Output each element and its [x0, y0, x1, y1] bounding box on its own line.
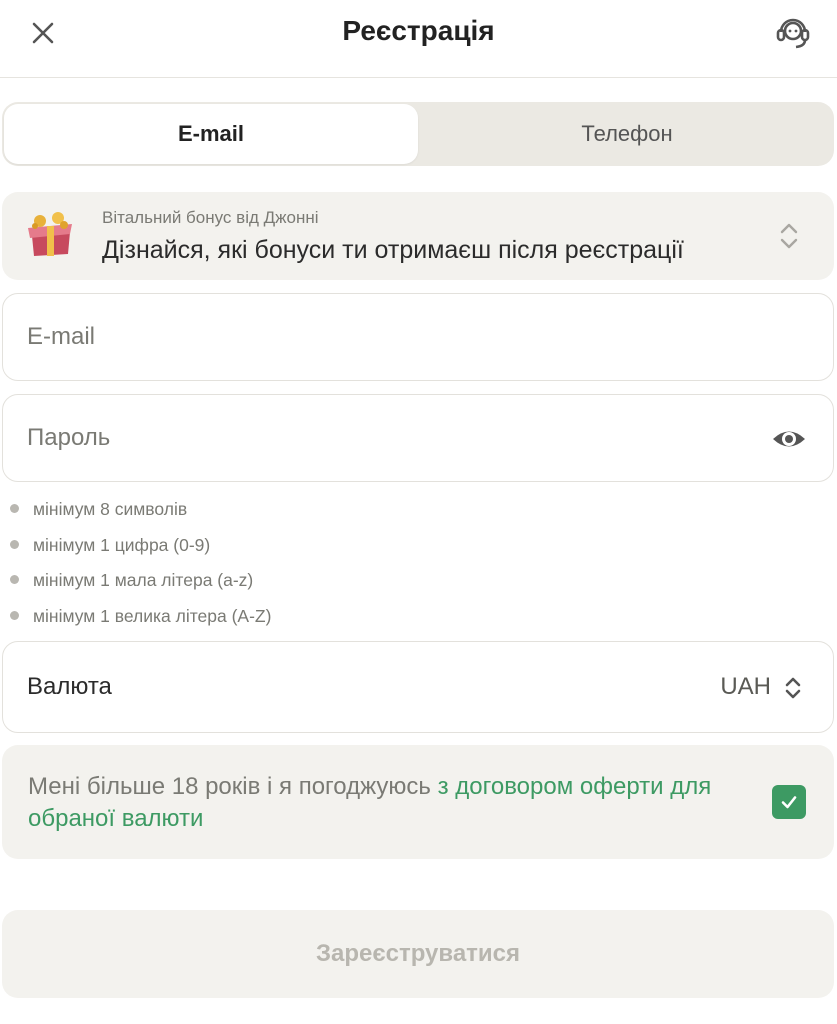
password-rule-text: мінімум 1 мала літера (a-z) — [33, 570, 254, 590]
eye-icon — [773, 431, 805, 447]
bullet-dot — [10, 504, 19, 513]
bonus-title: Дізнайся, які бонуси ти отримаєш після р… — [102, 236, 684, 264]
agreement-text: Мені більше 18 років і я погоджуюсь — [28, 773, 438, 800]
age-agreement: Мені більше 18 років і я погоджуюсь з до… — [2, 745, 834, 859]
email-input[interactable] — [27, 294, 747, 380]
currency-label: Валюта — [27, 673, 112, 700]
chevron-up-down-icon — [780, 223, 798, 249]
password-input[interactable] — [27, 395, 747, 481]
gift-box-icon — [28, 212, 72, 256]
bullet-dot — [10, 575, 19, 584]
agreement-checkbox[interactable] — [772, 785, 806, 819]
bullet-dot — [10, 539, 19, 549]
password-rule: мінімум 1 велика літера (A-Z) — [8, 603, 271, 639]
page-title: Реєстрація — [342, 15, 495, 46]
headset-icon — [776, 18, 810, 49]
password-rule-text: мінімум 1 цифра (0-9) — [33, 534, 211, 555]
bonus-subtitle: Вітальний бонус від Джонні — [102, 208, 319, 227]
tab-phone[interactable]: Телефон — [420, 102, 834, 166]
password-visibility-toggle[interactable] — [771, 421, 807, 457]
password-rule-text: мінімум 8 символів — [33, 499, 188, 519]
registration-method-tabs: E-mail Телефон — [2, 102, 834, 166]
password-rule: мінімум 1 цифра (0-9) — [8, 532, 271, 568]
password-rule: мінімум 1 мала літера (a-z) — [8, 567, 271, 603]
register-button[interactable]: Зареєструватися — [2, 910, 834, 998]
password-field-container — [2, 394, 834, 482]
email-field-container — [2, 293, 834, 381]
header: Реєстрація — [0, 0, 837, 78]
agreement-text-block: Мені більше 18 років і я погоджуюсь з до… — [28, 771, 768, 835]
support-button[interactable] — [773, 12, 813, 52]
tab-email[interactable]: E-mail — [4, 104, 418, 164]
currency-value: UAH — [720, 673, 771, 700]
bullet-dot — [10, 610, 19, 620]
password-rule-text: мінімум 1 велика літера (A-Z) — [33, 605, 272, 626]
password-rule: мінімум 8 символів — [8, 496, 271, 532]
chevron-up-down-icon — [785, 677, 801, 699]
checkmark-icon — [781, 796, 797, 809]
password-rules-list: мінімум 8 символів мінімум 1 цифра (0-9)… — [8, 496, 271, 638]
currency-select[interactable]: Валюта UAH — [2, 641, 834, 733]
